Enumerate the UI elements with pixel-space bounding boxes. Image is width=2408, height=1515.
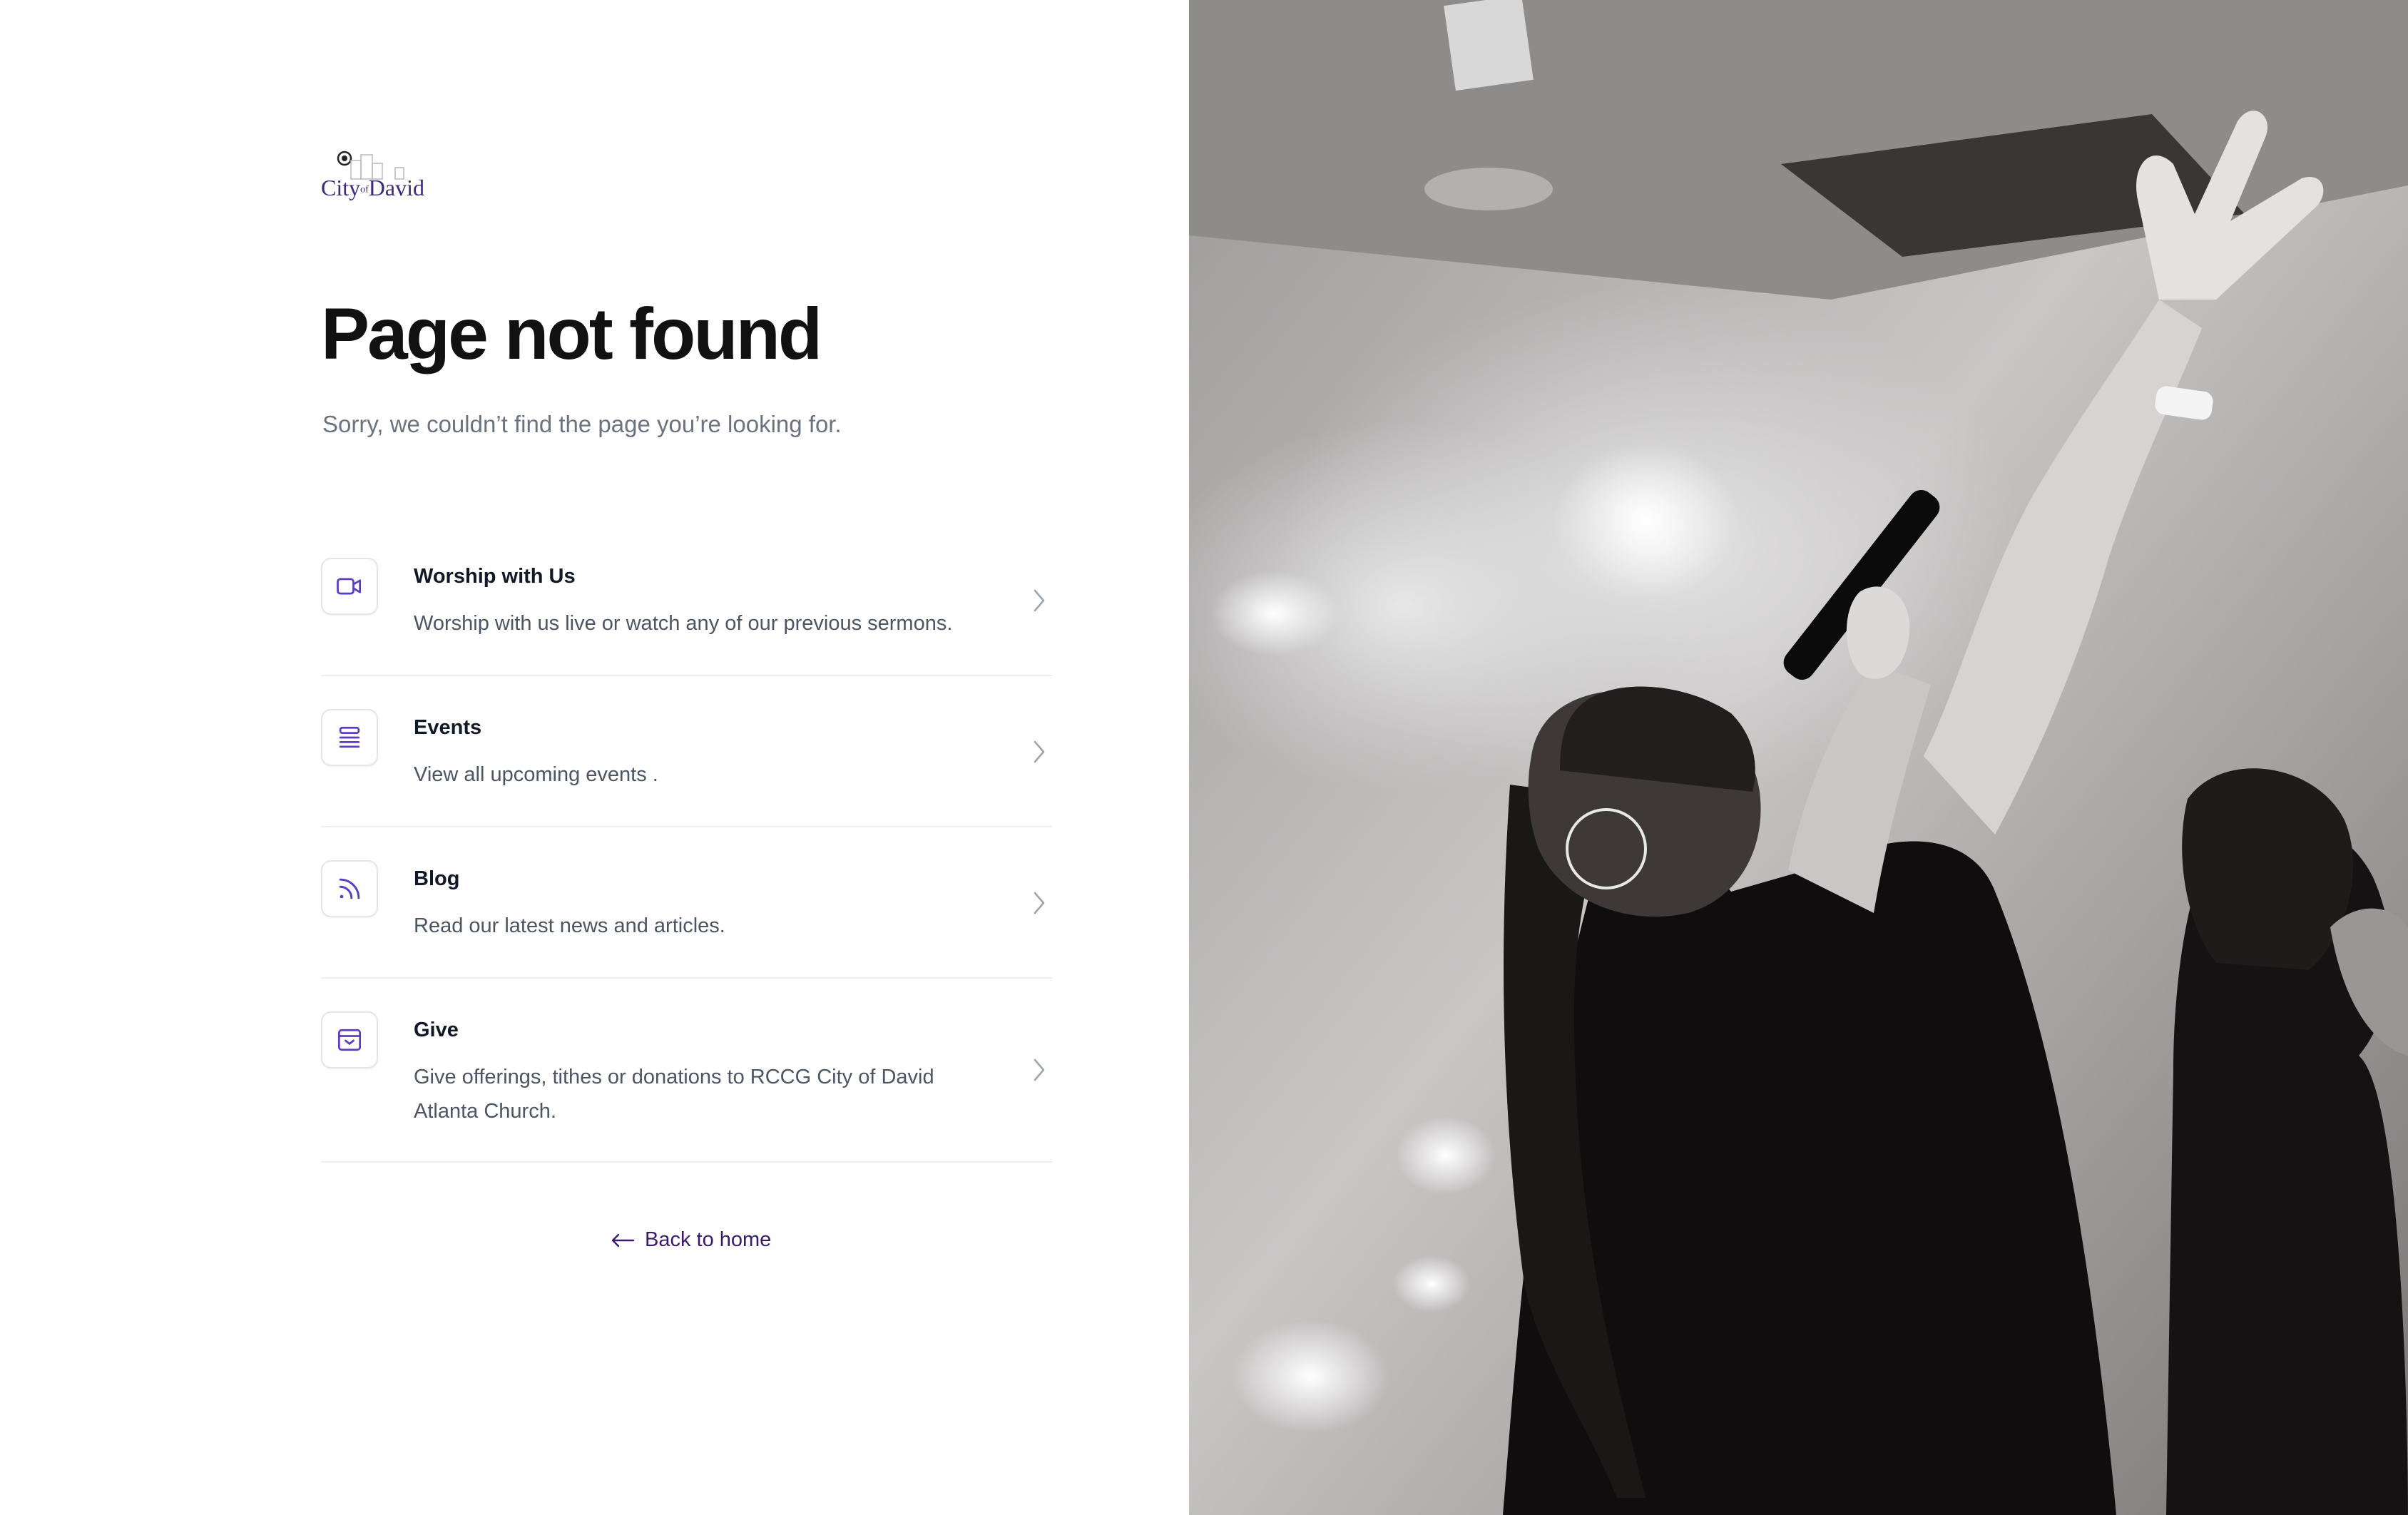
page-subtitle: Sorry, we couldn’t find the page you’re … (322, 411, 842, 437)
item-title: Worship with Us (414, 565, 576, 588)
worship-singers-image (1189, 0, 2408, 1515)
page-title: Page not found (321, 293, 822, 374)
list-item-worship[interactable]: Worship with Us Worship with us live or … (321, 525, 1052, 676)
item-title: Give (414, 1019, 459, 1041)
chevron-right-icon (1034, 1059, 1045, 1081)
link-list: Worship with Us Worship with us live or … (321, 525, 1052, 1163)
chevron-right-icon (1034, 589, 1045, 612)
list-item-give[interactable]: Give Give offerings, tithes or donations… (321, 979, 1052, 1163)
list-icon (321, 709, 378, 766)
item-description: Give offerings, tithes or donations to R… (414, 1066, 934, 1123)
list-item-blog[interactable]: Blog Read our latest news and articles. (321, 827, 1052, 979)
item-description: View all upcoming events . (414, 763, 658, 786)
list-item-events[interactable]: Events View all upcoming events . (321, 676, 1052, 827)
item-description: Worship with us live or watch any of our… (414, 612, 953, 635)
item-description: Read our latest news and articles. (414, 914, 725, 937)
chevron-right-icon (1034, 740, 1045, 763)
back-label: Back to home (645, 1228, 772, 1251)
church-logo[interactable]: CityofDavid (321, 146, 424, 203)
item-title: Blog (414, 867, 460, 890)
video-camera-icon (321, 558, 378, 615)
rss-icon (321, 860, 378, 917)
arrow-left-icon (611, 1233, 635, 1247)
chevron-right-icon (1034, 892, 1045, 914)
gift-box-icon (321, 1011, 378, 1068)
hero-photo (1189, 0, 2408, 1515)
back-to-home-link[interactable]: Back to home (611, 1228, 771, 1252)
content-panel: CityofDavid Page not found Sorry, we cou… (0, 0, 1189, 1515)
logo-wordmark: CityofDavid (321, 175, 424, 200)
item-title: Events (414, 716, 482, 739)
